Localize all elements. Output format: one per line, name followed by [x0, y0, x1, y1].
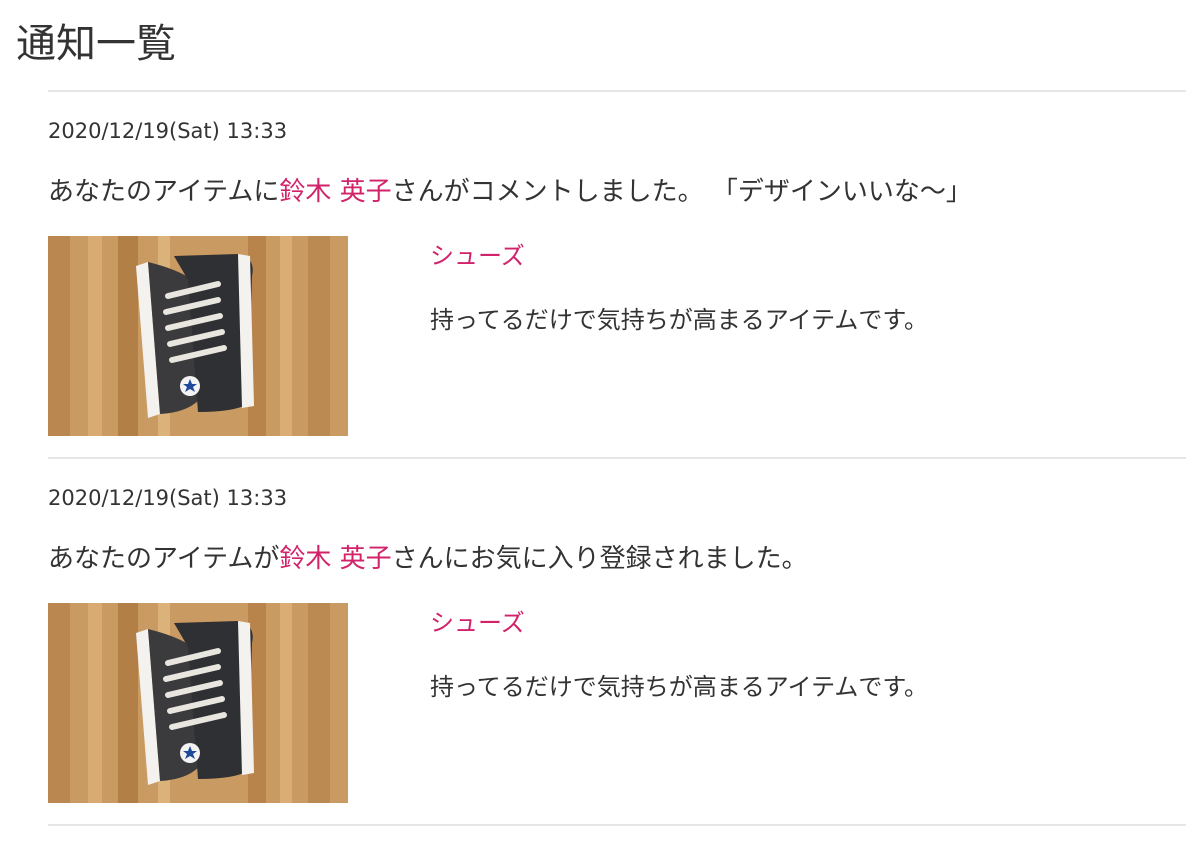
user-link[interactable]: 鈴木 英子	[279, 177, 391, 207]
item-thumbnail[interactable]	[48, 236, 348, 436]
item-name-link[interactable]: シューズ	[430, 605, 525, 641]
notification-message: あなたのアイテムに鈴木 英子さんがコメントしました。 「デザインいいな〜」	[48, 172, 972, 212]
item-thumbnail[interactable]	[48, 603, 348, 803]
sneaker-photo	[48, 603, 348, 803]
notification-list: 2020/12/19(Sat) 13:33 あなたのアイテムに鈴木 英子さんがコ…	[48, 90, 1186, 826]
list-divider	[48, 824, 1186, 826]
message-prefix: あなたのアイテムが	[48, 544, 280, 574]
notification-date: 2020/12/19(Sat) 13:33	[48, 486, 288, 510]
item-description: 持ってるだけで気持ちが高まるアイテムです。	[430, 673, 928, 701]
notification-item: 2020/12/19(Sat) 13:33 あなたのアイテムに鈴木 英子さんがコ…	[48, 90, 1186, 457]
item-description: 持ってるだけで気持ちが高まるアイテムです。	[430, 306, 928, 334]
user-link[interactable]: 鈴木 英子	[279, 544, 391, 574]
page-title: 通知一覧	[16, 21, 176, 67]
item-name-link[interactable]: シューズ	[430, 238, 525, 274]
notification-date: 2020/12/19(Sat) 13:33	[48, 119, 288, 143]
message-suffix: さんにお気に入り登録されました。	[391, 544, 808, 574]
notification-item: 2020/12/19(Sat) 13:33 あなたのアイテムが鈴木 英子さんにお…	[48, 457, 1186, 824]
notification-message: あなたのアイテムが鈴木 英子さんにお気に入り登録されました。	[48, 539, 808, 579]
message-prefix: あなたのアイテムに	[48, 177, 280, 207]
message-suffix: さんがコメントしました。 「デザインいいな〜」	[391, 177, 972, 207]
sneaker-photo	[48, 236, 348, 436]
